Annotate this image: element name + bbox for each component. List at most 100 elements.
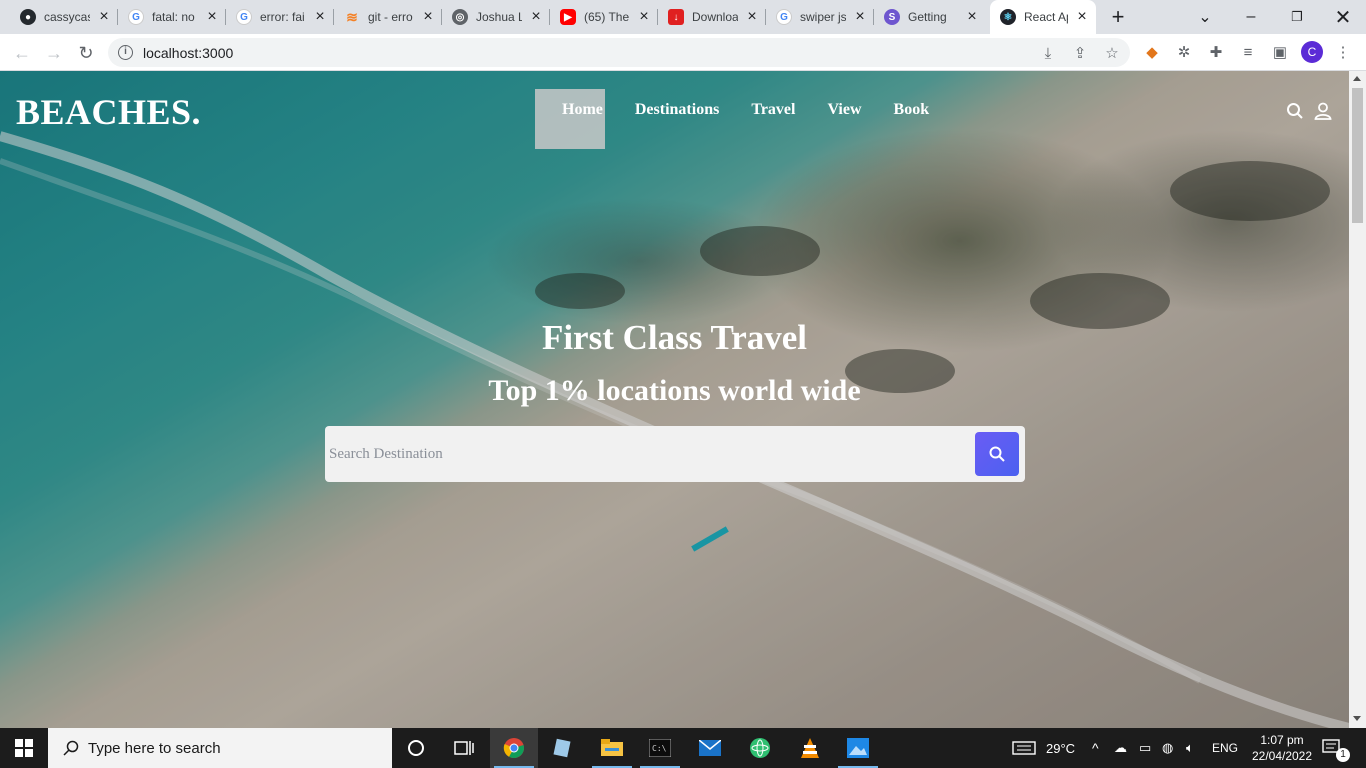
- bookmark-star-icon[interactable]: ☆: [1102, 43, 1122, 63]
- nav-book[interactable]: Book: [894, 101, 930, 119]
- notification-badge: 1: [1336, 748, 1350, 762]
- atom-editor-icon[interactable]: [736, 728, 784, 768]
- hero-subtitle: Top 1% locations world wide: [488, 374, 861, 407]
- page-scrollbar[interactable]: [1349, 71, 1366, 728]
- weather-temp: 29°C: [1046, 740, 1076, 756]
- taskbar-search[interactable]: Type here to search: [48, 728, 392, 768]
- new-tab-button[interactable]: +: [1097, 0, 1139, 34]
- tab-8[interactable]: S Getting ×: [874, 0, 986, 34]
- tab-6[interactable]: ↓ Downloa ×: [658, 0, 766, 34]
- browser-toolbar: ← → ↻ i localhost:3000 ⤓ ⇪ ☆ ◆ ✲ ✚ ≡ ▣ C…: [0, 34, 1366, 71]
- close-tab-icon[interactable]: ×: [96, 9, 112, 25]
- tab-2[interactable]: G error: fai ×: [226, 0, 334, 34]
- stackoverflow-icon: ≋: [346, 8, 358, 25]
- install-app-icon[interactable]: ⤓: [1038, 43, 1058, 63]
- tab-search-icon[interactable]: ⌄: [1182, 0, 1228, 34]
- site-info-icon[interactable]: i: [118, 45, 133, 60]
- url-text: localhost:3000: [143, 45, 234, 61]
- close-tab-icon[interactable]: ×: [744, 9, 760, 25]
- action-center-button[interactable]: 1: [1322, 728, 1352, 768]
- youtube-icon: ▶: [560, 9, 576, 25]
- metamask-icon[interactable]: ◆: [1142, 42, 1162, 62]
- close-tab-icon[interactable]: ×: [528, 9, 544, 25]
- close-tab-icon[interactable]: ×: [964, 9, 980, 25]
- tab-5[interactable]: ▶ (65) The ×: [550, 0, 658, 34]
- task-view-icon[interactable]: [440, 728, 488, 768]
- nav-home[interactable]: Home: [562, 101, 603, 119]
- notes-app-icon[interactable]: [538, 728, 586, 768]
- vlc-icon[interactable]: [786, 728, 834, 768]
- close-tab-icon[interactable]: ×: [852, 9, 868, 25]
- window-close-button[interactable]: ✕: [1320, 0, 1366, 34]
- close-tab-icon[interactable]: ×: [204, 9, 220, 25]
- onedrive-cloud-icon[interactable]: ☁: [1114, 728, 1127, 768]
- weather-widget[interactable]: 29°C: [1012, 728, 1075, 768]
- reload-button[interactable]: ↻: [72, 39, 100, 67]
- battery-icon[interactable]: ▭: [1139, 728, 1151, 768]
- minimize-button[interactable]: –: [1228, 0, 1274, 34]
- search-submit-button[interactable]: [975, 432, 1019, 476]
- menu-kebab-icon[interactable]: ⋮: [1333, 42, 1353, 62]
- cortana-icon[interactable]: [392, 728, 440, 768]
- scroll-thumb[interactable]: [1352, 88, 1363, 223]
- profile-avatar[interactable]: C: [1301, 41, 1323, 63]
- site-navbar: BEACHES. Home Destinations Travel View B…: [0, 71, 1349, 151]
- clock-date: 22/04/2022: [1251, 749, 1313, 763]
- close-tab-icon[interactable]: ×: [420, 9, 436, 25]
- start-button[interactable]: [0, 728, 48, 768]
- chrome-taskbar-icon[interactable]: [490, 728, 538, 768]
- stitches-icon: S: [884, 9, 900, 25]
- show-hidden-icons[interactable]: ^: [1092, 728, 1099, 768]
- extensions-puzzle-icon[interactable]: ✚: [1206, 42, 1226, 62]
- mail-icon[interactable]: [686, 728, 734, 768]
- tab-title: Downloa: [692, 10, 738, 24]
- side-panel-icon[interactable]: ▣: [1270, 42, 1290, 62]
- tab-4[interactable]: ◎ Joshua L ×: [442, 0, 550, 34]
- network-globe-icon[interactable]: ◍: [1162, 728, 1173, 768]
- react-icon: ⚛: [1000, 9, 1016, 25]
- hero-title: First Class Travel: [541, 318, 808, 357]
- forward-button[interactable]: →: [40, 39, 68, 67]
- tab-title: React Ap: [1024, 10, 1068, 24]
- nav-view[interactable]: View: [827, 101, 861, 119]
- user-icon[interactable]: [1312, 100, 1334, 122]
- language-indicator[interactable]: ENG: [1212, 728, 1238, 768]
- extension-bug-icon[interactable]: ✲: [1174, 42, 1194, 62]
- page-viewport: BEACHES. Home Destinations Travel View B…: [0, 71, 1349, 728]
- scroll-down-arrow[interactable]: [1353, 716, 1361, 721]
- close-tab-icon[interactable]: ×: [312, 9, 328, 25]
- download-icon: ↓: [668, 9, 684, 25]
- tab-1[interactable]: G fatal: no ×: [118, 0, 226, 34]
- restore-button[interactable]: ❐: [1274, 0, 1320, 34]
- share-icon[interactable]: ⇪: [1070, 43, 1090, 63]
- tab-title: git - erro: [368, 10, 413, 24]
- google-icon: G: [128, 9, 144, 25]
- volume-icon[interactable]: 🔈︎: [1186, 728, 1194, 768]
- github-icon: ●: [20, 9, 36, 25]
- tab-3[interactable]: ≋ git - erro ×: [334, 0, 442, 34]
- close-tab-icon[interactable]: ×: [636, 9, 652, 25]
- back-button[interactable]: ←: [8, 39, 36, 67]
- tab-9-active[interactable]: ⚛ React Ap ×: [990, 0, 1096, 34]
- tab-0[interactable]: ● cassycas ×: [10, 0, 118, 34]
- site-logo[interactable]: BEACHES.: [16, 91, 201, 133]
- nav-destinations[interactable]: Destinations: [635, 101, 719, 119]
- windows-taskbar: Type here to search C:\ 29°C ^ ☁ ▭ ◍ 🔈︎ …: [0, 728, 1366, 768]
- photos-icon[interactable]: [834, 728, 882, 768]
- close-tab-icon[interactable]: ×: [1074, 9, 1090, 25]
- search-icon: [989, 446, 1005, 462]
- tab-title: fatal: no: [152, 10, 195, 24]
- destination-search-input[interactable]: [329, 440, 959, 468]
- file-explorer-icon[interactable]: [588, 728, 636, 768]
- clock-time: 1:07 pm: [1260, 733, 1304, 747]
- search-icon[interactable]: [1284, 100, 1306, 122]
- nav-travel[interactable]: Travel: [751, 101, 795, 119]
- reading-list-icon[interactable]: ≡: [1238, 42, 1258, 62]
- terminal-icon[interactable]: C:\: [636, 728, 684, 768]
- system-clock[interactable]: 1:07 pm 22/04/2022: [1244, 732, 1320, 764]
- google-icon: G: [776, 9, 792, 25]
- address-bar[interactable]: i localhost:3000 ⤓ ⇪ ☆: [108, 38, 1130, 67]
- tab-strip: ● cassycas × G fatal: no × G error: fai …: [0, 0, 1366, 34]
- tab-7[interactable]: G swiper js ×: [766, 0, 874, 34]
- scroll-up-arrow[interactable]: [1353, 76, 1361, 81]
